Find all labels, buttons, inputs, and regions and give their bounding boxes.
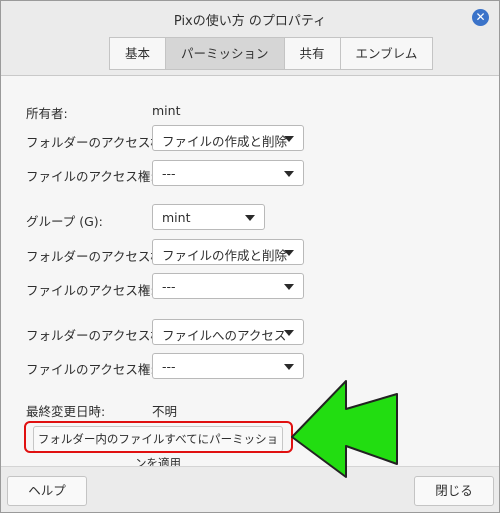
owner-file-access-value: --- <box>162 166 176 181</box>
tab-bar: 基本 パーミッション 共有 エンブレム <box>1 35 499 76</box>
close-icon[interactable]: ✕ <box>472 9 489 26</box>
group-folder-access-select[interactable]: ファイルの作成と削除 <box>152 239 304 265</box>
owner-value: mint <box>152 103 181 118</box>
dropdown-arrow-icon <box>284 250 294 256</box>
group-file-access-label: ファイルのアクセス権: <box>26 283 155 298</box>
group-folder-access-value: ファイルの作成と削除 <box>162 248 288 263</box>
window-title: Pixの使い方 のプロパティ <box>173 14 327 29</box>
last-changed-label: 最終変更日時: <box>26 404 106 419</box>
dropdown-arrow-icon <box>284 171 294 177</box>
group-select[interactable]: mint <box>152 204 265 230</box>
tab-permissions[interactable]: パーミッション <box>166 38 285 69</box>
dropdown-arrow-icon <box>245 215 255 221</box>
group-file-access-select[interactable]: --- <box>152 273 304 299</box>
help-button[interactable]: ヘルプ <box>7 476 87 506</box>
others-file-access-value: --- <box>162 359 176 374</box>
tab-basic[interactable]: 基本 <box>110 38 167 69</box>
group-value: mint <box>162 210 191 225</box>
tabs: 基本 パーミッション 共有 エンブレム <box>109 37 434 70</box>
group-folder-access-label: フォルダーのアクセス権: <box>26 249 168 264</box>
last-changed-value: 不明 <box>152 404 178 419</box>
dropdown-arrow-icon <box>284 330 294 336</box>
dropdown-arrow-icon <box>284 284 294 290</box>
others-folder-access-value: ファイルへのアクセス <box>162 328 287 343</box>
owner-file-access-label: ファイルのアクセス権: <box>26 169 155 184</box>
highlight-box <box>24 421 293 453</box>
permissions-panel: 所有者: mint フォルダーのアクセス権: ファイルの作成と削除 ファイルのア… <box>1 76 499 470</box>
owner-folder-access-label: フォルダーのアクセス権: <box>26 135 168 150</box>
group-label: グループ (G): <box>26 214 103 229</box>
others-folder-access-label: フォルダーのアクセス権: <box>26 328 168 343</box>
group-file-access-value: --- <box>162 279 176 294</box>
dropdown-arrow-icon <box>284 136 294 142</box>
tab-share[interactable]: 共有 <box>285 38 341 69</box>
pointer-arrow-icon <box>291 380 398 478</box>
dialog-footer: ヘルプ 閉じる <box>1 466 499 512</box>
dropdown-arrow-icon <box>284 364 294 370</box>
tab-emblems[interactable]: エンブレム <box>341 38 433 69</box>
owner-folder-access-select[interactable]: ファイルの作成と削除 <box>152 125 304 151</box>
close-button[interactable]: 閉じる <box>414 476 494 506</box>
others-folder-access-select[interactable]: ファイルへのアクセス <box>152 319 304 345</box>
owner-label: 所有者: <box>26 106 68 121</box>
owner-file-access-select[interactable]: --- <box>152 160 304 186</box>
title-bar: Pixの使い方 のプロパティ ✕ <box>1 1 499 35</box>
owner-folder-access-value: ファイルの作成と削除 <box>162 134 288 149</box>
others-file-access-label: ファイルのアクセス権: <box>26 362 155 377</box>
